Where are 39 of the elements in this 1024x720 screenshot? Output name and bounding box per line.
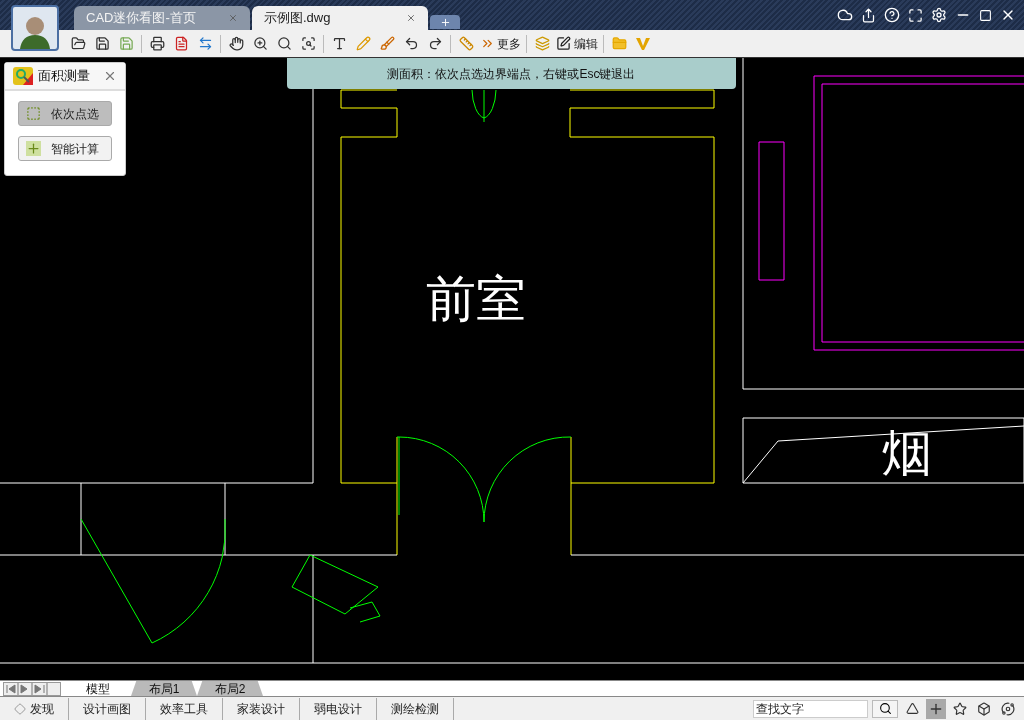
panel-title: 面积测量 — [38, 67, 90, 86]
layout-tab[interactable]: 布局2 — [197, 681, 263, 696]
share-icon[interactable] — [861, 7, 876, 23]
magnifier-icon — [13, 67, 33, 85]
area-select-icon — [26, 106, 41, 121]
plus-icon — [439, 16, 451, 28]
bottom-menu-item[interactable]: 测绘检测 — [377, 697, 454, 720]
area-plus-icon — [26, 141, 41, 156]
measure-mode-button[interactable]: 智能计算 — [18, 136, 112, 161]
maximize-icon[interactable] — [979, 8, 992, 22]
search-icon — [878, 702, 892, 715]
more-button[interactable]: 更多 — [478, 32, 523, 55]
diamond-icon — [14, 702, 26, 715]
bottom-menu-item[interactable]: 家装设计 — [223, 697, 300, 720]
search-field[interactable]: 查找文字 — [753, 699, 868, 718]
file-tab[interactable]: 示例图.dwg — [252, 6, 428, 30]
layout-tab[interactable]: 布局1 — [131, 681, 197, 696]
drawing-label: 前室 — [426, 270, 526, 328]
help-icon[interactable] — [884, 7, 900, 23]
bottom-menu-item[interactable]: 设计画图 — [69, 697, 146, 720]
search-button[interactable] — [872, 699, 898, 718]
star-icon — [953, 701, 967, 716]
cloud-icon[interactable] — [837, 7, 853, 23]
status-toggle[interactable] — [926, 698, 946, 719]
edit-button[interactable]: 编辑 — [554, 32, 600, 55]
edit-icon — [556, 36, 571, 51]
bottom-menu-item[interactable]: 发现 — [0, 697, 69, 720]
settings-icon[interactable] — [931, 7, 947, 23]
planet-icon — [1001, 701, 1015, 716]
drawing-label: 烟 — [882, 424, 932, 482]
fullscreen-icon[interactable] — [908, 7, 923, 23]
triangle-icon — [905, 702, 919, 715]
measure-mode-button[interactable]: 依次点选 — [18, 101, 112, 126]
bottom-menu-item[interactable]: 弱电设计 — [300, 697, 377, 720]
bottom-menu-item[interactable]: 效率工具 — [146, 697, 223, 720]
user-avatar[interactable] — [11, 5, 59, 51]
new-tab-button[interactable] — [430, 15, 460, 29]
cube-icon — [977, 701, 991, 716]
hint-banner: 测面积：依次点选边界端点，右键或Esc键退出 — [287, 58, 736, 89]
